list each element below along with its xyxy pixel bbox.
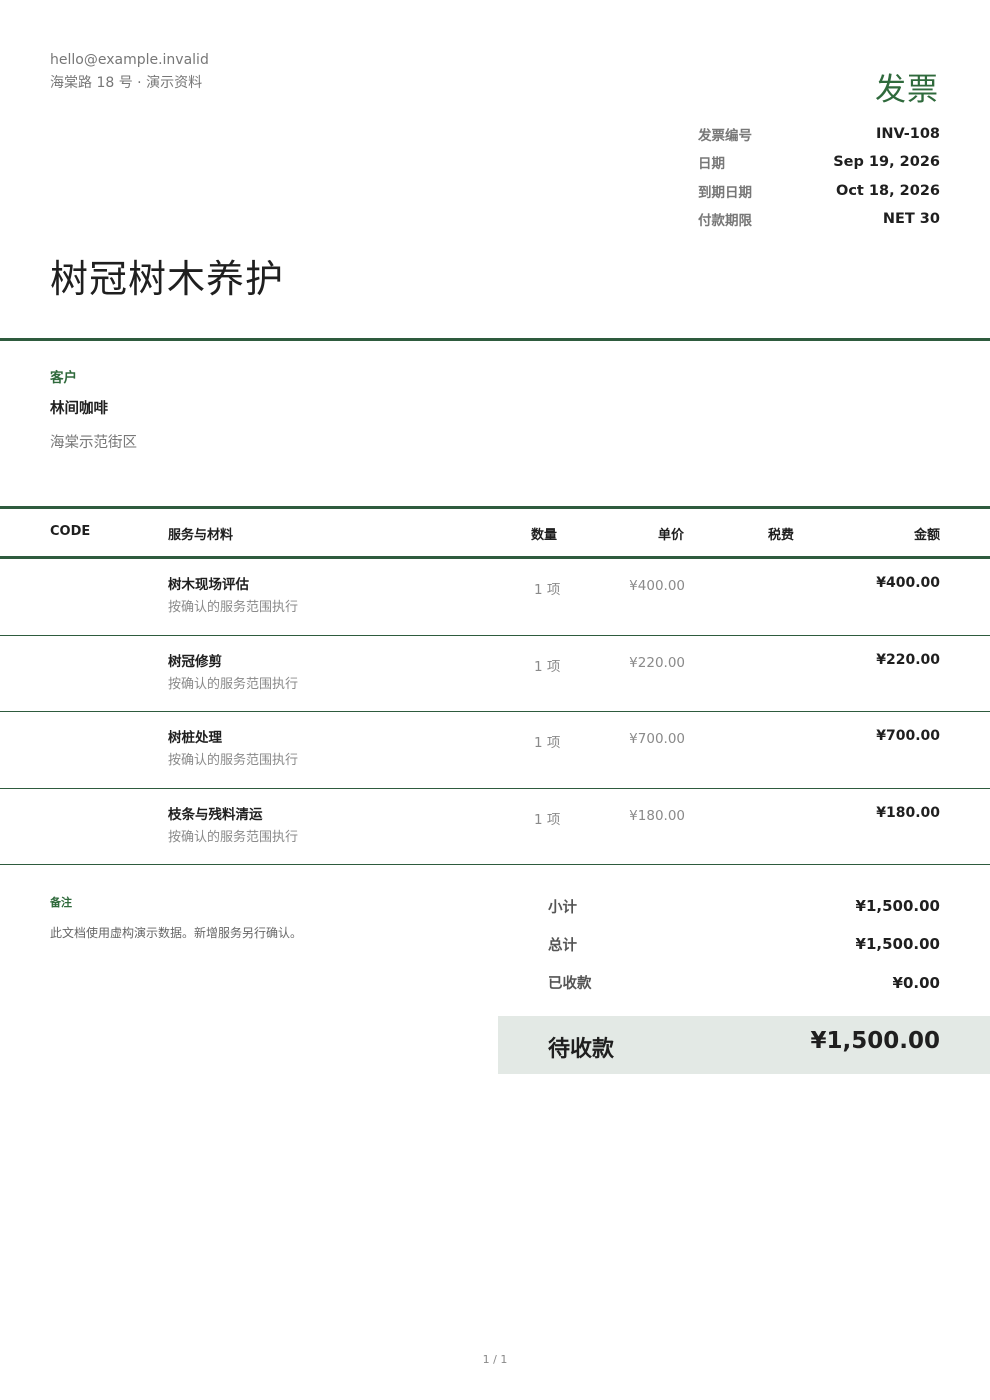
item-description: 按确认的服务范围执行 <box>168 600 299 615</box>
item-amount: ¥400.00 <box>876 575 940 591</box>
paid-value: ¥0.00 <box>892 973 940 992</box>
payment-terms: NET 30 <box>882 211 940 228</box>
table-header: CODE 服务与材料 数量 单价 税费 金额 <box>0 509 990 556</box>
client-address: 海棠示范街区 <box>50 435 137 451</box>
meta-label: 日期 <box>698 156 725 173</box>
item-unit-price: ¥220.00 <box>629 654 685 671</box>
table-row: 枝条与残料清运 按确认的服务范围执行 1 项 ¥180.00 ¥180.00 <box>0 789 990 865</box>
header-divider <box>0 338 990 341</box>
item-description: 按确认的服务范围执行 <box>168 829 299 845</box>
item-amount: ¥220.00 <box>876 651 940 668</box>
item-unit-price: ¥180.00 <box>629 807 685 824</box>
item-name: 枝条与残料清运 <box>168 806 263 823</box>
item-unit-price: ¥700.00 <box>629 731 685 747</box>
column-header-unit-price: 单价 <box>658 528 685 543</box>
item-unit-price: ¥400.00 <box>629 578 685 594</box>
invoice-number: INV-108 <box>876 126 940 143</box>
invoice-meta: 发票编号 INV-108 日期 Sep 19, 2026 到期日期 Oct 18… <box>698 120 940 233</box>
client-label: 客户 <box>50 370 77 386</box>
item-description: 按确认的服务范围执行 <box>168 753 299 768</box>
subtotal-label: 小计 <box>548 899 577 916</box>
item-quantity: 1 项 <box>534 735 561 751</box>
total-row: 总计 ¥1,500.00 <box>548 925 940 963</box>
due-date: Oct 18, 2026 <box>836 182 940 199</box>
column-header-description: 服务与材料 <box>168 528 234 543</box>
document-title: 发票 <box>875 72 939 108</box>
meta-label: 付款期限 <box>698 213 752 230</box>
column-header-tax: 税费 <box>768 528 795 543</box>
table-row: 树冠修剪 按确认的服务范围执行 1 项 ¥220.00 ¥220.00 <box>0 636 990 712</box>
meta-row-date: 日期 Sep 19, 2026 <box>698 148 940 176</box>
column-header-code: CODE <box>50 524 91 539</box>
item-name: 树冠修剪 <box>168 653 222 670</box>
table-row: 树木现场评估 按确认的服务范围执行 1 项 ¥400.00 ¥400.00 <box>0 559 990 636</box>
item-name: 树桩处理 <box>168 730 222 746</box>
balance-due-box: 待收款 ¥1,500.00 <box>498 1016 990 1074</box>
sender-email: hello@example.invalid <box>50 52 209 68</box>
page-number: 1 / 1 <box>482 1353 508 1366</box>
notes-label: 备注 <box>50 896 72 909</box>
item-name: 树木现场评估 <box>168 577 249 593</box>
column-header-quantity: 数量 <box>531 528 558 543</box>
invoice-date: Sep 19, 2026 <box>833 154 940 171</box>
balance-due-value: ¥1,500.00 <box>810 1028 941 1054</box>
table-row: 树桩处理 按确认的服务范围执行 1 项 ¥700.00 ¥700.00 <box>0 712 990 789</box>
balance-due-label: 待收款 <box>548 1037 615 1062</box>
meta-row-terms: 付款期限 NET 30 <box>698 205 940 233</box>
column-header-amount: 金额 <box>913 528 940 543</box>
total-value: ¥1,500.00 <box>855 935 940 954</box>
paid-label: 已收款 <box>548 976 592 993</box>
item-quantity: 1 项 <box>534 658 561 675</box>
subtotal-value: ¥1,500.00 <box>855 897 940 916</box>
meta-row-due-date: 到期日期 Oct 18, 2026 <box>698 177 940 205</box>
item-quantity: 1 项 <box>534 582 561 598</box>
company-name: 树冠树木养护 <box>50 257 285 301</box>
subtotal-row: 小计 ¥1,500.00 <box>548 887 940 925</box>
sender-info: hello@example.invalid 海棠路 18 号 · 演示资料 <box>50 49 209 95</box>
meta-label: 发票编号 <box>698 128 752 145</box>
client-name: 林间咖啡 <box>50 401 108 417</box>
item-quantity: 1 项 <box>534 811 561 828</box>
line-items: 树木现场评估 按确认的服务范围执行 1 项 ¥400.00 ¥400.00 树冠… <box>0 559 990 865</box>
sender-address: 海棠路 18 号 · 演示资料 <box>50 75 203 91</box>
item-amount: ¥700.00 <box>876 728 940 744</box>
meta-row-number: 发票编号 INV-108 <box>698 120 940 148</box>
notes-text: 此文档使用虚构演示数据。新增服务另行确认。 <box>50 926 303 940</box>
item-amount: ¥180.00 <box>876 804 940 821</box>
meta-label: 到期日期 <box>698 184 752 201</box>
total-label: 总计 <box>548 937 577 954</box>
item-description: 按确认的服务范围执行 <box>168 676 299 692</box>
paid-row: 已收款 ¥0.00 <box>548 964 940 1002</box>
totals-summary: 小计 ¥1,500.00 总计 ¥1,500.00 已收款 ¥0.00 <box>548 887 940 1002</box>
